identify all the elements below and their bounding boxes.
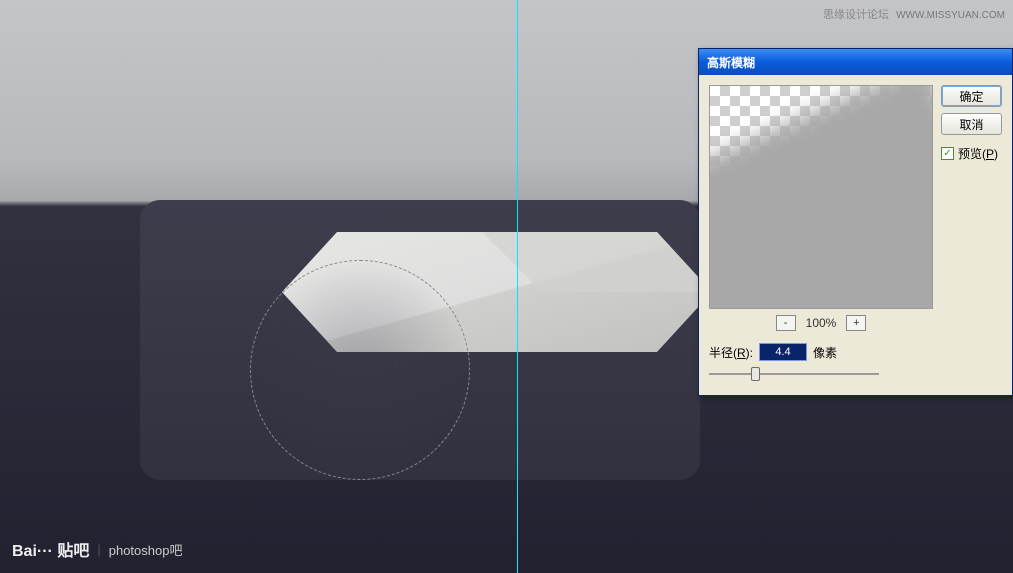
cancel-button[interactable]: 取消: [941, 113, 1002, 135]
zoom-out-button[interactable]: -: [776, 315, 796, 331]
radius-unit: 像素: [813, 344, 837, 361]
slider-thumb[interactable]: [751, 367, 760, 381]
radius-slider[interactable]: [709, 367, 879, 381]
watermark-top-right: 思缘设计论坛 WWW.MISSYUAN.COM: [823, 6, 1005, 22]
ok-button[interactable]: 确定: [941, 85, 1002, 107]
zoom-percent: 100%: [806, 316, 837, 330]
filter-preview[interactable]: [709, 85, 933, 309]
preview-checkbox-row[interactable]: ✓ 预览(P): [941, 145, 1002, 162]
vertical-guide[interactable]: [517, 0, 518, 573]
radius-label: 半径(R):: [709, 344, 753, 361]
slider-track: [709, 373, 879, 375]
zoom-in-button[interactable]: +: [846, 315, 866, 331]
dialog-titlebar[interactable]: 高斯模糊: [699, 49, 1012, 75]
preview-checkbox[interactable]: ✓: [941, 147, 954, 160]
watermark-bottom-left: Bai··· 贴吧 | photoshop吧: [12, 537, 182, 561]
radius-input[interactable]: [759, 343, 807, 361]
preview-checkbox-label: 预览(P): [958, 145, 998, 162]
baidu-tieba-logo: Bai··· 贴吧: [12, 537, 89, 561]
gaussian-blur-dialog: 高斯模糊 - 100% + 半径(R): 像素 确定: [698, 48, 1013, 396]
marquee-selection-circle[interactable]: [250, 260, 470, 480]
dialog-title: 高斯模糊: [707, 54, 755, 71]
